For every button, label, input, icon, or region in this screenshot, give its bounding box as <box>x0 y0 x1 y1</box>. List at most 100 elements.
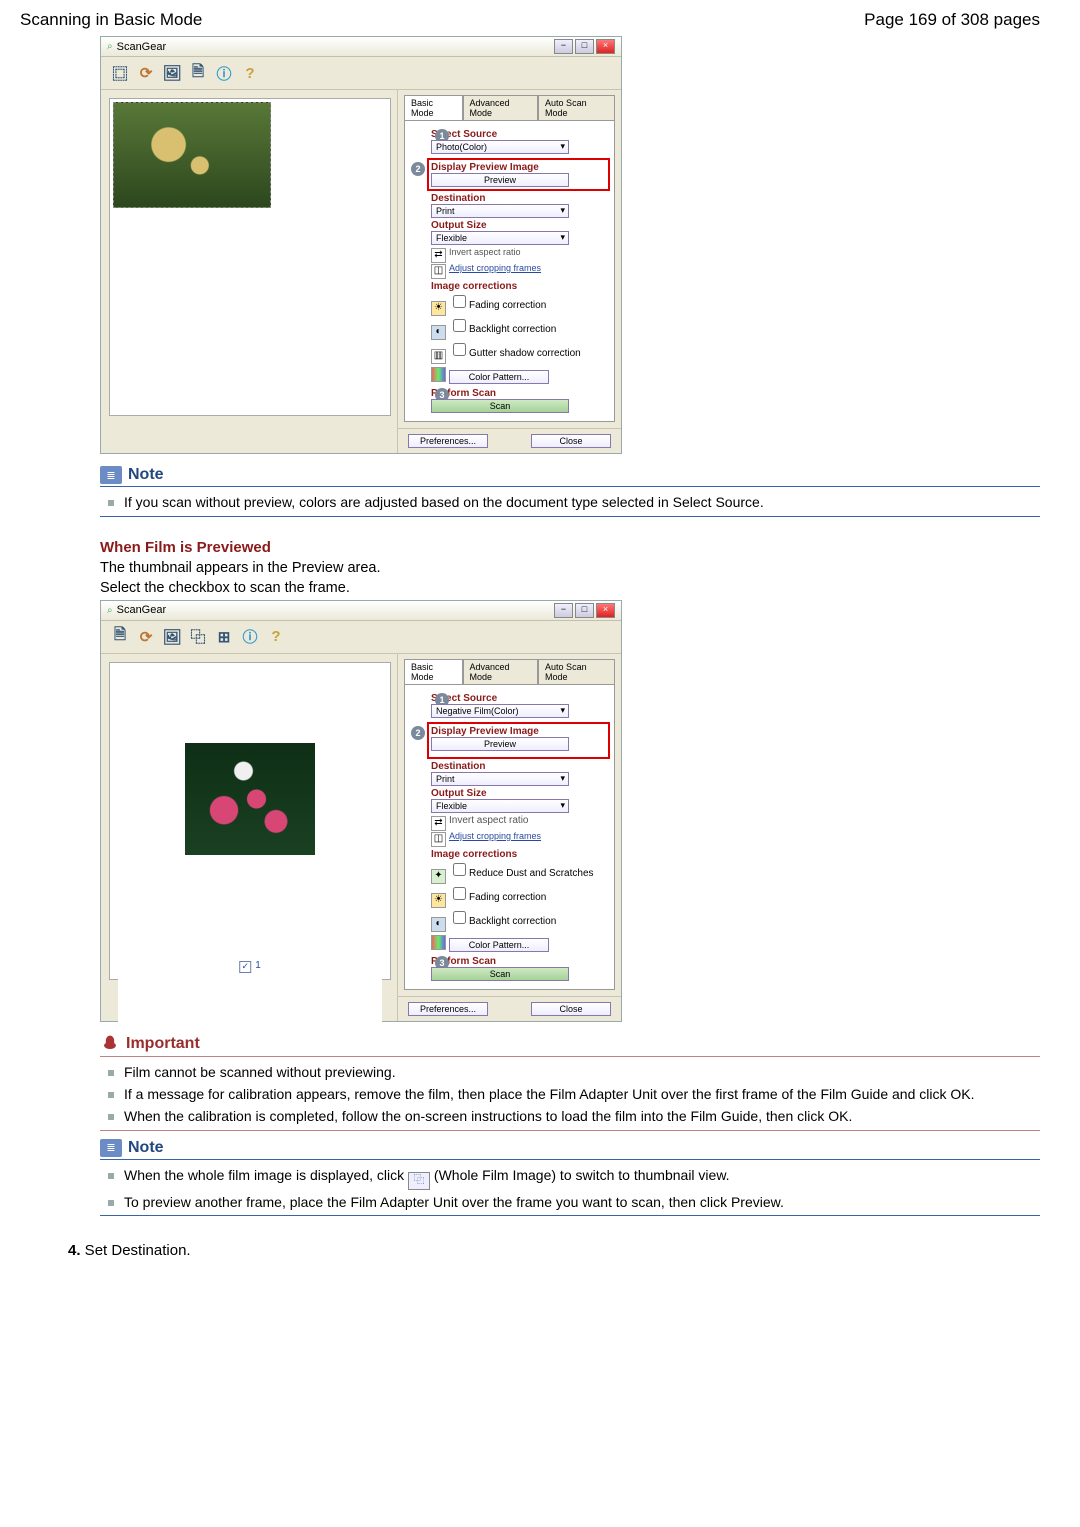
dust-checkbox[interactable] <box>453 863 466 876</box>
backlight-checkbox[interactable] <box>453 911 466 924</box>
adjust-link[interactable]: Adjust cropping frames <box>449 831 541 841</box>
important-item-2: If a message for calibration appears, re… <box>124 1085 1040 1104</box>
app-icon: ⌕ <box>107 41 113 52</box>
fading-icon: ☀ <box>431 893 446 908</box>
backlight-checkbox[interactable] <box>453 319 466 332</box>
note-heading: Note <box>128 1139 164 1157</box>
step-badge-2: 2 <box>411 162 425 176</box>
note2-item-1: When the whole film image is displayed, … <box>124 1166 1040 1190</box>
output-size-select[interactable]: Flexible <box>431 231 569 245</box>
page-title: Scanning in Basic Mode <box>20 10 202 30</box>
thumb-icon[interactable]: 🖼 <box>161 626 183 648</box>
invert-icon[interactable]: ⇄ <box>431 816 446 831</box>
select-source-header: Select Source <box>431 129 610 140</box>
help-icon[interactable]: ? <box>239 62 261 84</box>
fading-label: Fading correction <box>469 300 546 311</box>
tab-auto[interactable]: Auto Scan Mode <box>538 659 615 685</box>
backlight-label: Backlight correction <box>469 324 556 335</box>
destination-select[interactable]: Print <box>431 204 569 218</box>
maximize-icon[interactable]: □ <box>575 603 594 618</box>
preferences-button[interactable]: Preferences... <box>408 434 488 448</box>
perform-scan-header: Perform Scan <box>431 388 610 399</box>
close-button[interactable]: Close <box>531 434 611 448</box>
note1-text: If you scan without preview, colors are … <box>124 493 1040 512</box>
invert-icon[interactable]: ⇄ <box>431 248 446 263</box>
film-previewed-heading: When Film is Previewed <box>100 539 1040 556</box>
tab-advanced[interactable]: Advanced Mode <box>463 95 539 121</box>
preview-button[interactable]: Preview <box>431 737 569 751</box>
minimize-icon[interactable]: − <box>554 603 573 618</box>
preview-thumbnail[interactable] <box>185 743 315 855</box>
page-number: Page 169 of 308 pages <box>864 10 1040 30</box>
invert-link[interactable]: Invert aspect ratio <box>449 247 521 257</box>
rotate-icon[interactable]: ⟳ <box>135 626 157 648</box>
source-select[interactable]: Photo(Color) <box>431 140 569 154</box>
color-pattern-button[interactable]: Color Pattern... <box>449 370 549 384</box>
fading-checkbox[interactable] <box>453 887 466 900</box>
close-icon[interactable]: × <box>596 39 615 54</box>
color-pattern-icon <box>431 935 446 950</box>
output-size-header: Output Size <box>431 788 610 799</box>
copy-icon[interactable]: 🗎 <box>187 62 209 84</box>
output-size-select[interactable]: Flexible <box>431 799 569 813</box>
window-title: ScanGear <box>117 41 167 53</box>
app-icon: ⌕ <box>107 605 113 616</box>
rotate-icon[interactable]: ⟳ <box>135 62 157 84</box>
whole-film-icon[interactable]: ⿻ <box>187 626 209 648</box>
preview-button[interactable]: Preview <box>431 173 569 187</box>
color-pattern-button[interactable]: Color Pattern... <box>449 938 549 952</box>
tab-auto[interactable]: Auto Scan Mode <box>538 95 615 121</box>
destination-header: Destination <box>431 193 610 204</box>
important-icon <box>100 1034 120 1054</box>
select-source-header: Select Source <box>431 693 610 704</box>
crop-icon[interactable]: ⿴ <box>109 62 131 84</box>
toolbar: ⿴ ⟳ 🖼 🗎 ⓘ ? <box>101 57 621 90</box>
gutter-checkbox[interactable] <box>453 343 466 356</box>
window-title: ScanGear <box>117 604 167 616</box>
preview-header: Display Preview Image <box>431 162 606 173</box>
fading-icon: ☀ <box>431 301 446 316</box>
corrections-header: Image corrections <box>431 281 610 292</box>
info-icon[interactable]: ⓘ <box>213 62 235 84</box>
close-button[interactable]: Close <box>531 1002 611 1016</box>
thumb-icon[interactable]: 🖼 <box>161 62 183 84</box>
tab-advanced[interactable]: Advanced Mode <box>463 659 539 685</box>
crop-frames-icon[interactable]: ◫ <box>431 832 446 847</box>
preview-image[interactable] <box>113 102 271 208</box>
note-heading: Note <box>128 466 164 484</box>
maximize-icon[interactable]: □ <box>575 39 594 54</box>
preview-area: ✓1 <box>101 654 397 1021</box>
source-select[interactable]: Negative Film(Color) <box>431 704 569 718</box>
invert-link[interactable]: Invert aspect ratio <box>449 815 528 826</box>
fading-checkbox[interactable] <box>453 295 466 308</box>
minimize-icon[interactable]: − <box>554 39 573 54</box>
destination-select[interactable]: Print <box>431 772 569 786</box>
step-badge-2: 2 <box>411 726 425 740</box>
backlight-icon: ◐ <box>431 325 446 340</box>
preferences-button[interactable]: Preferences... <box>408 1002 488 1016</box>
dust-icon: ✦ <box>431 869 446 884</box>
scan-button[interactable]: Scan <box>431 967 569 981</box>
info-icon[interactable]: ⓘ <box>239 626 261 648</box>
frame-check[interactable]: ✓1 <box>239 960 261 973</box>
help-icon[interactable]: ? <box>265 626 287 648</box>
color-pattern-icon <box>431 367 446 382</box>
copy-icon[interactable]: 🗎 <box>109 626 131 648</box>
output-size-header: Output Size <box>431 220 610 231</box>
scangear-window-film: ⌕ ScanGear − □ × 🗎 ⟳ 🖼 ⿻ ⊞ ⓘ ? ✓1 Basic … <box>100 600 622 1022</box>
adjust-link[interactable]: Adjust cropping frames <box>449 263 541 273</box>
step-4: 4. Set Destination. <box>68 1242 1040 1259</box>
important-heading: Important <box>126 1035 200 1053</box>
crop-frames-icon[interactable]: ◫ <box>431 264 446 279</box>
important-item-3: When the calibration is completed, follo… <box>124 1107 1040 1126</box>
tab-basic[interactable]: Basic Mode <box>404 659 463 685</box>
grid-icon[interactable]: ⊞ <box>213 626 235 648</box>
corrections-header: Image corrections <box>431 849 610 860</box>
important-item-1: Film cannot be scanned without previewin… <box>124 1063 1040 1082</box>
close-icon[interactable]: × <box>596 603 615 618</box>
scan-button[interactable]: Scan <box>431 399 569 413</box>
preview-header: Display Preview Image <box>431 726 606 737</box>
tab-basic[interactable]: Basic Mode <box>404 95 463 121</box>
preview-area <box>101 90 397 453</box>
film-line2: Select the checkbox to scan the frame. <box>100 580 1040 596</box>
